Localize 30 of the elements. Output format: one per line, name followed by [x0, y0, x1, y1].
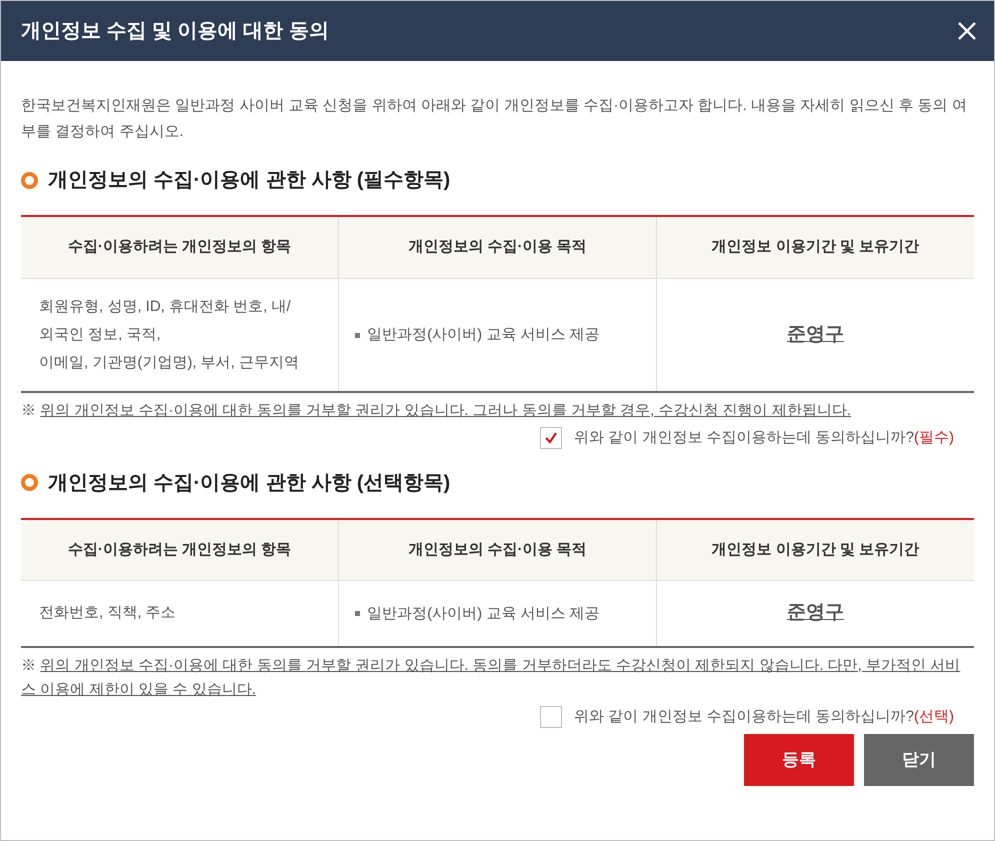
checkbox-label[interactable]: 위와 같이 개인정보 수집이용하는데 동의하십니까?(필수) — [574, 427, 954, 450]
notice-text: ※ 위의 개인정보 수집·이용에 대한 동의를 거부할 권리가 있습니다. 그러나 동의를 거부할 경우, 수강신청 진행이 제한됩니다. — [21, 401, 852, 421]
close-icon[interactable] — [956, 20, 978, 42]
notice-text: ※ 위의 개인정보 수집·이용에 대한 동의를 거부할 권리가 있습니다. 동의를 거부하더라도 수강신청이 제한되지 않습니다. 다만, 부가적인 서비스 이용에 제한이 있을 수 있습니다. — [21, 656, 962, 700]
column-header: 수집·이용하려는 개인정보의 항목 — [21, 518, 339, 580]
table-cell: 준영구 — [656, 278, 974, 392]
checkbox[interactable] — [540, 706, 562, 728]
table-cell: 일반과정(사이버) 교육 서비스 제공 — [338, 580, 656, 646]
dialog-title: 개인정보 수집 및 이용에 대한 동의 — [21, 19, 329, 44]
table-cell: 회원유형, 성명, ID, 휴대전화 번호, 내/ 외국인 정보, 국적, 이메일, 기관명(기업명), 부서, 근무지역 — [21, 278, 339, 392]
bullet-ring-icon — [21, 172, 38, 188]
checkmark-icon — [542, 430, 559, 446]
table-cell: 준영구 — [656, 580, 974, 646]
checkbox[interactable] — [540, 427, 562, 450]
close-button[interactable]: 닫기 — [864, 734, 974, 786]
intro-text: 한국보건복지인재원은 일반과정 사이버 교육 신청을 위하여 아래와 같이 개인정보를 수집·이용하고자 합니다. 내용을 자세히 읽으신 후 동의 여부를 결정하여 주십시오. — [21, 96, 968, 142]
register-button[interactable]: 등록 — [744, 734, 854, 786]
table-cell: 전화번호, 직책, 주소 — [21, 580, 339, 646]
column-header: 개인정보 이용기간 및 보유기간 — [656, 518, 974, 580]
section-title: 개인정보의 수집·이용에 관한 사항 (선택항목) — [48, 470, 450, 496]
square-bullet-icon — [355, 332, 360, 338]
bullet-ring-icon — [21, 474, 38, 491]
square-bullet-icon — [355, 611, 360, 616]
column-header: 개인정보의 수집·이용 목적 — [338, 216, 656, 278]
column-header: 개인정보의 수집·이용 목적 — [338, 518, 656, 580]
table-cell: 일반과정(사이버) 교육 서비스 제공 — [338, 278, 656, 392]
column-header: 수집·이용하려는 개인정보의 항목 — [21, 216, 339, 278]
checkbox-label[interactable]: 위와 같이 개인정보 수집이용하는데 동의하십니까?(선택) — [574, 706, 954, 728]
column-header: 개인정보 이용기간 및 보유기간 — [656, 216, 974, 278]
section-title: 개인정보의 수집·이용에 관한 사항 (필수항목) — [48, 168, 450, 193]
